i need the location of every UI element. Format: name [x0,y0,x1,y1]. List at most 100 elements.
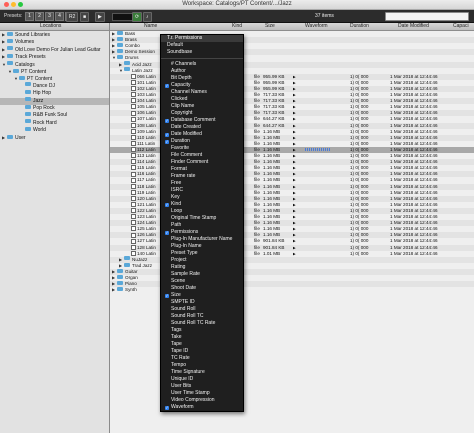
preset-button-4[interactable]: 4 [55,12,64,21]
menu-item[interactable]: Sound Roll TC Rate [161,320,243,327]
menu-item[interactable]: ✓ Permissions [161,229,243,236]
file-checkbox[interactable] [131,238,136,244]
location-item[interactable]: ▶ Old Love Demo For Julian Lead Guitar [0,46,109,53]
menu-item[interactable]: Finder Comment [161,159,243,166]
menu-preset-item[interactable]: Default [161,42,243,49]
menu-preset-item[interactable]: Soundbase [161,49,243,56]
file-checkbox[interactable] [131,73,136,79]
location-item[interactable]: World [0,126,109,134]
col-waveform[interactable]: Waveform [305,23,328,30]
location-item[interactable]: R&B Funk Soul [0,111,109,119]
col-capacity[interactable]: Capaci [453,23,469,30]
file-checkbox[interactable] [131,183,136,189]
file-checkbox[interactable] [131,214,136,220]
file-checkbox[interactable] [131,177,136,183]
menu-item[interactable]: User Time Stamp [161,390,243,397]
file-checkbox[interactable] [131,128,136,134]
menu-item[interactable]: ✓ Kind [161,201,243,208]
menu-item[interactable]: ✓ Capacity [161,82,243,89]
file-checkbox[interactable] [131,116,136,122]
stop-button[interactable]: ■ [80,12,90,22]
col-name[interactable]: Name [144,23,157,30]
menu-item[interactable]: User Bits [161,383,243,390]
menu-item[interactable]: Project [161,257,243,264]
menu-item[interactable]: # Channels [161,61,243,68]
menu-item[interactable]: Original Time Stamp [161,215,243,222]
menu-item[interactable]: Plug-In Manufacturer Name [161,236,243,243]
file-checkbox[interactable] [131,232,136,238]
menu-item[interactable]: ISRC [161,187,243,194]
menu-item[interactable]: SMPTE ID [161,299,243,306]
menu-item[interactable]: Copyright [161,110,243,117]
preset-button-1[interactable]: 1 [25,12,34,21]
location-item[interactable]: ▶ Sound Libraries [0,31,109,38]
location-item[interactable]: ▼ PT Content [0,68,109,75]
file-checkbox[interactable] [131,98,136,104]
menu-item[interactable]: Time Signature [161,369,243,376]
r2-button[interactable]: R2 [66,12,79,22]
menu-item[interactable]: File Comment [161,152,243,159]
preview-button[interactable]: ▶ [95,12,105,22]
menu-item[interactable]: Channel Names [161,89,243,96]
menu-item[interactable]: Frame rate [161,173,243,180]
menu-item[interactable]: Free [161,180,243,187]
file-checkbox[interactable] [131,220,136,226]
file-checkbox[interactable] [131,195,136,201]
menu-item[interactable]: ✓ Size [161,292,243,299]
menu-item[interactable]: Clicked [161,96,243,103]
menu-item[interactable]: Sound Roll TC [161,313,243,320]
menu-item[interactable]: Tape ID [161,348,243,355]
menu-item[interactable]: Tags [161,327,243,334]
menu-item[interactable]: Sample Rate [161,271,243,278]
location-item[interactable]: Rock Hard [0,119,109,127]
file-checkbox[interactable] [131,165,136,171]
file-checkbox[interactable] [131,141,136,147]
menu-item[interactable]: Unique ID [161,376,243,383]
menu-item[interactable]: TC Rate [161,355,243,362]
file-checkbox[interactable] [131,244,136,250]
menu-item[interactable]: ✓ Waveform [161,404,243,411]
menu-item[interactable]: Clip Name [161,103,243,110]
location-item[interactable]: ▶ User [0,134,109,141]
menu-item[interactable]: Favorite [161,145,243,152]
location-item[interactable]: Pop Rock [0,104,109,112]
file-checkbox[interactable] [131,134,136,140]
menu-item[interactable]: ✓ Database Comment [161,117,243,124]
col-size[interactable]: Size [265,23,275,30]
audio-files-button[interactable]: ♪ [143,12,152,22]
locations-header[interactable]: Locations [0,23,109,31]
menu-item[interactable]: ✓ Duration [161,138,243,145]
file-checkbox[interactable] [131,86,136,92]
file-checkbox[interactable] [131,208,136,214]
file-checkbox[interactable] [131,110,136,116]
menu-item[interactable]: Sound Roll [161,306,243,313]
file-checkbox[interactable] [131,80,136,86]
file-checkbox[interactable] [131,92,136,98]
file-checkbox[interactable] [131,189,136,195]
col-date-modified[interactable]: Date Modified [398,23,429,30]
preset-button-3[interactable]: 3 [45,12,54,21]
menu-item[interactable]: Take [161,334,243,341]
location-item[interactable]: ▼ Catalogs [0,61,109,68]
location-item[interactable]: ▶ Track Presets [0,53,109,60]
location-item[interactable]: Dance DJ [0,82,109,90]
menu-item[interactable]: Preset Type [161,250,243,257]
file-checkbox[interactable] [131,226,136,232]
file-checkbox[interactable] [131,153,136,159]
location-item[interactable]: Jazz [0,97,109,105]
menu-item[interactable]: Date Created [161,124,243,131]
location-item[interactable]: ▶ Volumes [0,38,109,45]
volume-slider[interactable] [112,13,134,21]
menu-item[interactable]: Author [161,68,243,75]
file-checkbox[interactable] [131,202,136,208]
file-checkbox[interactable] [131,104,136,110]
file-checkbox[interactable] [131,159,136,165]
loop-button[interactable]: ⟳ [132,12,143,22]
menu-item[interactable]: ✓ Date Modified [161,131,243,138]
menu-item[interactable]: Format [161,166,243,173]
preset-button-2[interactable]: 2 [35,12,44,21]
menu-item[interactable]: Path [161,222,243,229]
location-item[interactable]: ▼ PT Content [0,75,109,82]
menu-item[interactable]: Key [161,194,243,201]
col-kind[interactable]: Kind [232,23,242,30]
